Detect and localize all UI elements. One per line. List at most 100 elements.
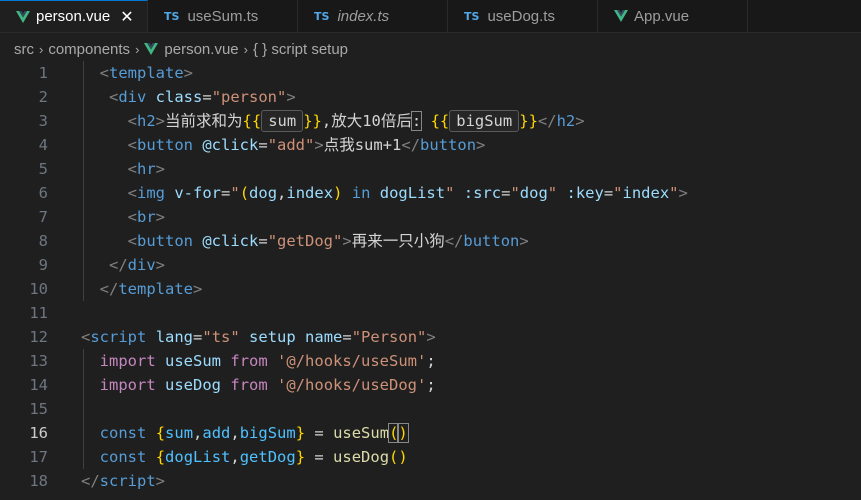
breadcrumb-item[interactable]: src bbox=[14, 41, 34, 58]
code-token: dog bbox=[249, 184, 278, 202]
code-token: </ bbox=[537, 112, 557, 130]
code-token: '@/hooks/useDog' bbox=[277, 376, 427, 394]
code-line[interactable]: 15 bbox=[0, 397, 861, 421]
code-token: index bbox=[286, 184, 334, 202]
code-token: ) bbox=[397, 423, 409, 443]
tab-app-vue[interactable]: App.vue bbox=[598, 0, 748, 32]
tab-usesum-ts[interactable]: TS useSum.ts bbox=[148, 0, 298, 32]
tab-index-ts[interactable]: TS index.ts bbox=[298, 0, 448, 32]
chevron-right-icon: › bbox=[243, 41, 248, 57]
code-token: const bbox=[99, 424, 147, 442]
code-token: div bbox=[118, 88, 147, 106]
code-content: const {dogList,getDog} = useDog() bbox=[81, 445, 408, 469]
code-token: </ bbox=[81, 472, 100, 490]
code-token: = bbox=[193, 328, 203, 346]
code-token: " bbox=[510, 184, 520, 202]
code-token: < bbox=[81, 184, 137, 202]
code-token: 当前求和为 bbox=[165, 112, 243, 130]
code-token: import bbox=[99, 376, 156, 394]
code-line[interactable]: 14 import useDog from '@/hooks/useDog'; bbox=[0, 373, 861, 397]
code-token: > bbox=[155, 256, 166, 274]
code-token: div bbox=[127, 256, 156, 274]
code-line[interactable]: 10 </template> bbox=[0, 277, 861, 301]
code-line[interactable]: 2 <div class="person"> bbox=[0, 85, 861, 109]
code-token: }} bbox=[303, 112, 322, 130]
code-token: > bbox=[314, 136, 324, 154]
line-number: 6 bbox=[38, 184, 48, 202]
code-token: in bbox=[351, 184, 371, 202]
code-line[interactable]: 12 <script lang="ts" setup name="Person"> bbox=[0, 325, 861, 349]
code-token: "ts" bbox=[202, 328, 240, 346]
code-line[interactable]: 4 <button @click="add">点我sum+1</button> bbox=[0, 133, 861, 157]
code-token: ( bbox=[239, 184, 250, 202]
chevron-right-icon: › bbox=[39, 41, 44, 57]
code-line[interactable]: 17 const {dogList,getDog} = useDog() bbox=[0, 445, 861, 469]
code-token: = bbox=[258, 232, 268, 250]
code-token: { bbox=[155, 424, 166, 442]
code-token: </ bbox=[81, 256, 128, 274]
code-token: button bbox=[463, 232, 520, 250]
code-token: br bbox=[137, 208, 156, 226]
breadcrumb-item[interactable]: person.vue bbox=[144, 41, 239, 58]
code-token: 再来一只小狗 bbox=[351, 232, 445, 250]
chevron-right-icon: › bbox=[135, 41, 140, 57]
code-token: < bbox=[81, 208, 137, 226]
code-token: button bbox=[137, 136, 193, 154]
code-token: = bbox=[202, 88, 212, 106]
line-number: 13 bbox=[29, 352, 48, 370]
code-token: template bbox=[109, 64, 184, 82]
code-line[interactable]: 6 <img v-for="(dog,index) in dogList" :s… bbox=[0, 181, 861, 205]
code-token: from bbox=[230, 352, 268, 370]
tab-usedog-ts[interactable]: TS useDog.ts bbox=[448, 0, 598, 32]
tab-label: person.vue bbox=[36, 8, 111, 25]
code-line[interactable]: 16 const {sum,add,bigSum} = useSum() bbox=[0, 421, 861, 445]
code-token: > bbox=[678, 184, 688, 202]
ts-icon: TS bbox=[314, 9, 330, 23]
vue-icon bbox=[614, 10, 628, 22]
code-content: <script lang="ts" setup name="Person"> bbox=[81, 325, 436, 349]
code-token: bigSum bbox=[239, 424, 296, 442]
code-line[interactable]: 7 <br> bbox=[0, 205, 861, 229]
tab-label: index.ts bbox=[337, 7, 390, 25]
code-token: h2 bbox=[137, 112, 156, 130]
code-editor[interactable]: 1 <template> 2 <div class="person"> 3 <h2>… bbox=[0, 61, 861, 493]
code-token: < bbox=[81, 328, 91, 346]
code-line[interactable]: 13 import useSum from '@/hooks/useSum'; bbox=[0, 349, 861, 373]
code-line[interactable]: 5 <hr> bbox=[0, 157, 861, 181]
tab-person-vue[interactable]: person.vue ✕ bbox=[0, 0, 148, 32]
code-token: " bbox=[230, 184, 240, 202]
code-token: useSum bbox=[333, 424, 390, 442]
breadcrumb-item[interactable]: { } script setup bbox=[253, 41, 348, 58]
close-icon[interactable]: ✕ bbox=[120, 7, 133, 27]
code-line[interactable]: 18 </script> bbox=[0, 469, 861, 493]
code-token: = bbox=[603, 184, 614, 202]
code-token: script bbox=[99, 472, 156, 490]
code-token: < bbox=[81, 160, 137, 178]
code-token: > bbox=[183, 64, 193, 82]
code-token: useDog bbox=[165, 376, 222, 394]
code-line[interactable]: 11 bbox=[0, 301, 861, 325]
line-number: 11 bbox=[29, 304, 48, 322]
line-number: 4 bbox=[38, 136, 48, 154]
code-token: > bbox=[342, 232, 352, 250]
code-line[interactable]: 3 <h2>当前求和为{{sum}},放大10倍后: {{bigSum}}</h… bbox=[0, 109, 861, 133]
code-token: useSum bbox=[165, 352, 222, 370]
code-token: dogList bbox=[379, 184, 446, 202]
line-number: 8 bbox=[38, 232, 48, 250]
code-line[interactable]: 8 <button @click="getDog">再来一只小狗</button… bbox=[0, 229, 861, 253]
code-line[interactable]: 9 </div> bbox=[0, 253, 861, 277]
code-token: : bbox=[410, 111, 423, 131]
code-content: <div class="person"> bbox=[81, 85, 296, 109]
breadcrumb-item[interactable]: components bbox=[48, 41, 130, 58]
code-token: > bbox=[155, 208, 166, 226]
code-line[interactable]: 1 <template> bbox=[0, 61, 861, 85]
code-content: <br> bbox=[81, 205, 165, 229]
code-content: import useDog from '@/hooks/useDog'; bbox=[81, 373, 436, 397]
code-token: ,放大10倍后 bbox=[321, 112, 412, 130]
